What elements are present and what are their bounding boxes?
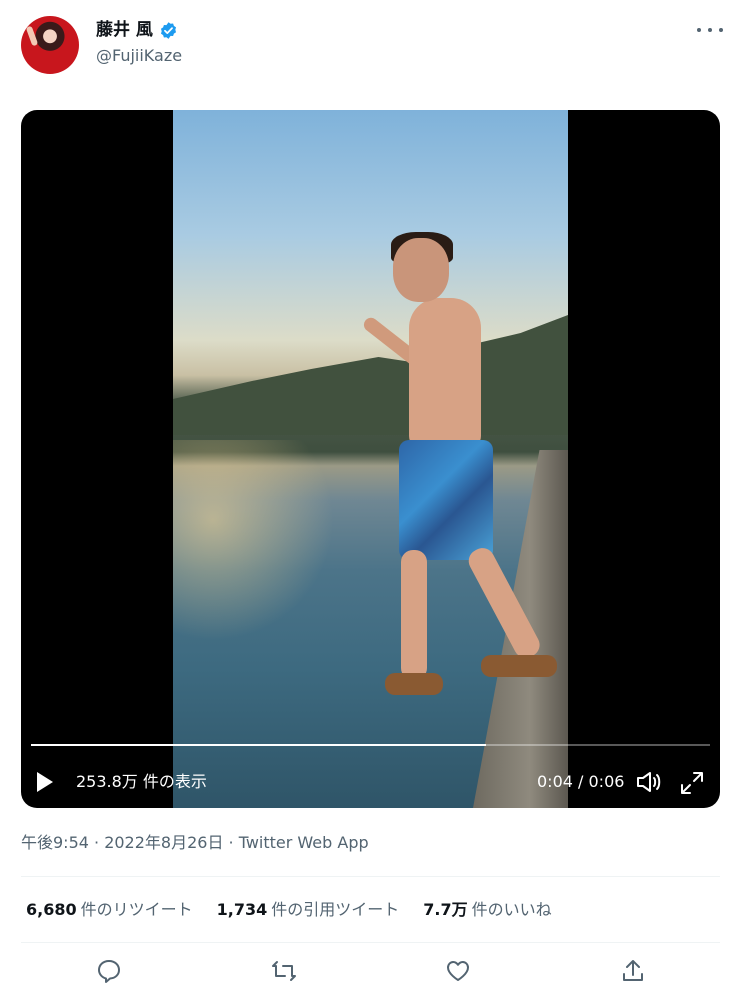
share-icon[interactable] [620, 958, 646, 984]
retweet-icon[interactable] [271, 958, 297, 984]
video-time: 0:04 / 0:06 [537, 772, 625, 791]
like-icon[interactable] [445, 958, 471, 984]
like-label: 件のいいね [471, 900, 552, 919]
tweet-header: 藤井 風 @FujiiKaze [0, 0, 741, 100]
author-name[interactable]: 藤井 風 [96, 18, 153, 42]
more-options-icon[interactable] [697, 20, 723, 40]
like-count: 7.7万 [423, 900, 468, 919]
video-progress-bar[interactable] [31, 744, 710, 746]
quote-stat[interactable]: 1,734 件の引用ツイート [217, 898, 400, 922]
quote-label: 件の引用ツイート [271, 900, 400, 919]
tweet-stats: 6,680 件のリツイート 1,734 件の引用ツイート 7.7万 件のいいね [26, 898, 576, 922]
retweet-count: 6,680 [26, 900, 77, 919]
video-progress-fill [31, 744, 486, 746]
author-handle[interactable]: @FujiiKaze [96, 46, 182, 65]
like-stat[interactable]: 7.7万 件のいいね [423, 898, 551, 922]
play-icon[interactable] [37, 772, 53, 792]
view-count: 253.8万 件の表示 [76, 772, 207, 791]
avatar[interactable] [21, 16, 79, 74]
fullscreen-icon[interactable] [679, 770, 705, 796]
video-controls: 253.8万 件の表示 0:04 / 0:06 [21, 762, 720, 802]
divider [21, 876, 720, 877]
author-name-row[interactable]: 藤井 風 [96, 18, 178, 42]
video-frame [173, 110, 568, 808]
tweet-actions [0, 952, 741, 992]
reply-icon[interactable] [96, 958, 122, 984]
volume-icon[interactable] [635, 770, 663, 794]
divider [21, 942, 720, 943]
retweet-label: 件のリツイート [80, 900, 193, 919]
verified-badge-icon [160, 21, 176, 39]
quote-count: 1,734 [216, 900, 268, 919]
tweet-timestamp[interactable]: 午後9:54 · 2022年8月26日 · Twitter Web App [21, 832, 369, 854]
video-player[interactable]: 253.8万 件の表示 0:04 / 0:06 [21, 110, 720, 808]
retweet-stat[interactable]: 6,680 件のリツイート [26, 898, 193, 922]
